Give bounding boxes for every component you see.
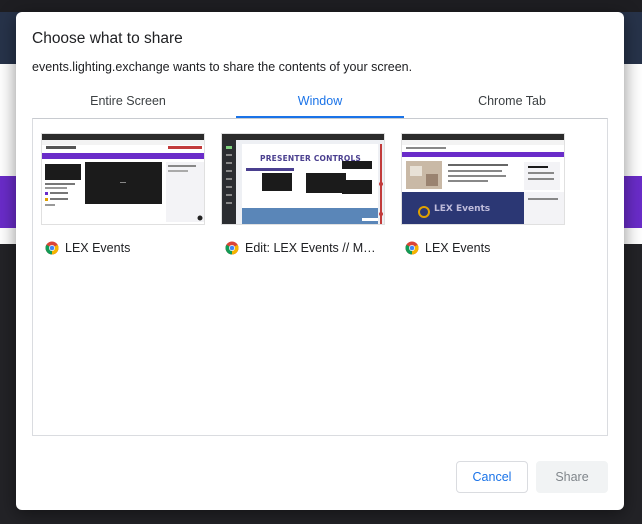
window-thumbnail: PRESENTER CONTROLS (221, 133, 385, 225)
tab-entire-screen[interactable]: Entire Screen (32, 90, 224, 118)
window-list: LEX Events PRESENTER CONTROLS Edit: LEX … (32, 118, 608, 436)
window-thumbnail: LEX Events (401, 133, 565, 225)
chrome-icon (225, 241, 239, 255)
window-title: LEX Events (425, 241, 491, 255)
window-label: LEX Events (405, 241, 557, 255)
source-tabs: Entire Screen Window Chrome Tab (32, 90, 608, 118)
window-title: Edit: LEX Events // Ma... (245, 241, 377, 255)
chrome-icon (405, 241, 419, 255)
thumb-heading: PRESENTER CONTROLS (260, 154, 362, 163)
chrome-icon (45, 241, 59, 255)
window-label: Edit: LEX Events // Ma... (225, 241, 377, 255)
cancel-button[interactable]: Cancel (456, 461, 528, 493)
window-thumbnail (41, 133, 205, 225)
window-option-edit-lex-events[interactable]: PRESENTER CONTROLS Edit: LEX Events // M… (213, 133, 385, 261)
share-dialog: Choose what to share events.lighting.exc… (16, 12, 624, 510)
window-title: LEX Events (65, 241, 131, 255)
backdrop-top (0, 0, 642, 12)
share-button[interactable]: Share (536, 461, 608, 493)
tab-window[interactable]: Window (224, 90, 416, 118)
window-label: LEX Events (45, 241, 197, 255)
thumb-brand: LEX Events (434, 204, 491, 214)
window-option-lex-events-2[interactable]: LEX Events LEX Events (393, 133, 565, 261)
dialog-subtitle: events.lighting.exchange wants to share … (32, 60, 413, 74)
tab-chrome-tab[interactable]: Chrome Tab (416, 90, 608, 118)
dialog-title: Choose what to share (32, 30, 183, 47)
window-option-lex-events-1[interactable]: LEX Events (33, 133, 205, 261)
